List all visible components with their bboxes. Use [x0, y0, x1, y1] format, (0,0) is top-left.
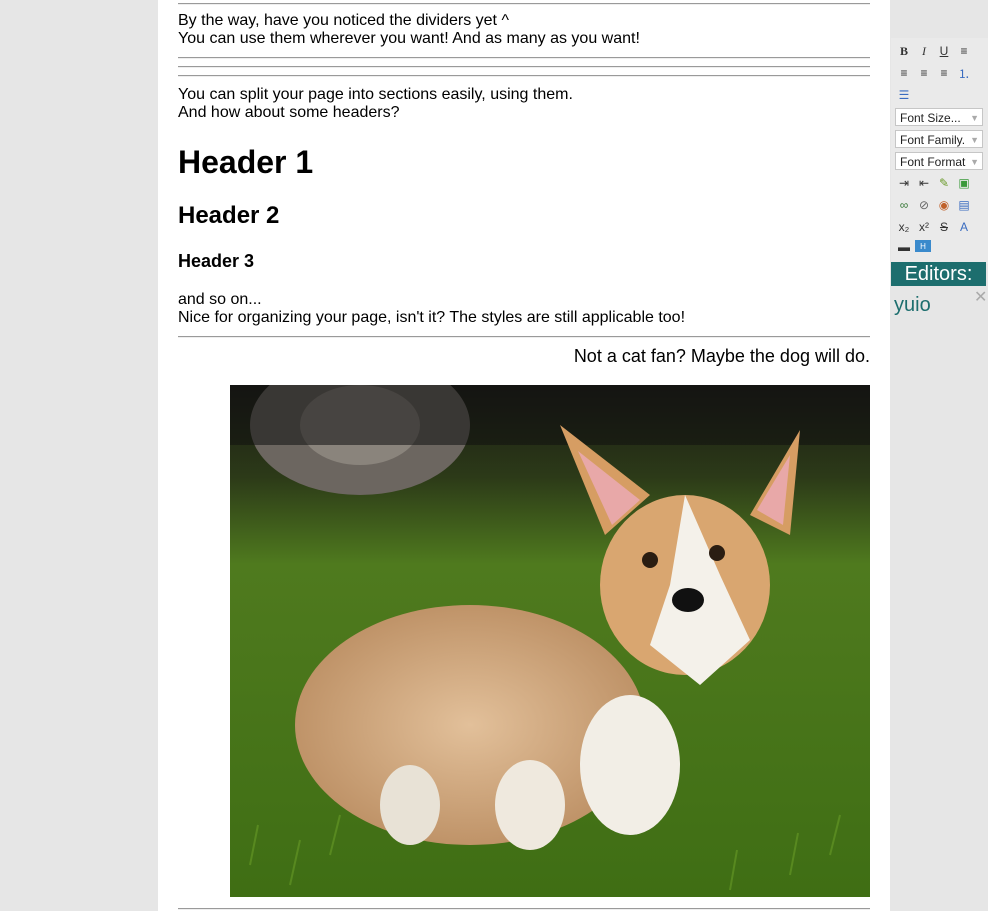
divider [178, 66, 870, 68]
dog-caption: Not a cat fan? Maybe the dog will do. [573, 346, 870, 366]
horizontal-rule-icon[interactable]: ▬ [895, 238, 913, 256]
editors-heading: Editors: [891, 262, 986, 286]
unlink-icon[interactable]: ⊘ [915, 196, 933, 214]
divider [178, 336, 870, 338]
paragraph-line: You can use them wherever you want! And … [178, 30, 640, 47]
unordered-list-icon[interactable]: ☰ [895, 86, 913, 104]
subscript-icon[interactable]: x₂ [895, 218, 913, 236]
font-size-label: Font Size... [900, 111, 961, 125]
link-icon[interactable]: ∞ [895, 196, 913, 214]
editor-name[interactable]: yuio [894, 294, 931, 317]
corgi-photo [230, 385, 870, 897]
paragraph-line: Nice for organizing your page, isn't it?… [178, 309, 686, 326]
divider [178, 75, 870, 77]
header-3: Header 3 [178, 251, 255, 271]
insert-image-icon[interactable]: ▣ [955, 174, 973, 192]
paragraph-line: By the way, have you noticed the divider… [178, 12, 509, 29]
divider [178, 3, 870, 5]
paragraph-line: And how about some headers? [178, 104, 400, 121]
divider [178, 57, 870, 59]
font-family-label: Font Family. [900, 133, 966, 147]
ordered-list-icon[interactable]: ⒈ [955, 64, 973, 82]
outdent-icon[interactable]: ⇤ [915, 174, 933, 192]
font-size-select[interactable]: Font Size... ▼ [895, 108, 983, 126]
strikethrough-icon[interactable]: S [935, 218, 953, 236]
align-right-icon[interactable]: ≡ [915, 64, 933, 82]
paragraph-line: You can split your page into sections ea… [178, 86, 573, 103]
font-format-select[interactable]: Font Format ▼ [895, 152, 983, 170]
remove-format-icon[interactable]: A [955, 218, 973, 236]
edit-icon[interactable]: ✎ [935, 174, 953, 192]
edit-page-icon[interactable]: ▤ [955, 196, 973, 214]
chevron-down-icon: ▼ [970, 135, 979, 145]
font-family-select[interactable]: Font Family. ▼ [895, 130, 983, 148]
italic-icon[interactable]: I [915, 42, 933, 60]
editor-toolbar: B I U ≡ ≡ ≡ ≡ ⒈ ☰ Font Size... ▼ Font Fam… [891, 38, 988, 264]
indent-icon[interactable]: ⇥ [895, 174, 913, 192]
superscript-icon[interactable]: x² [915, 218, 933, 236]
chevron-down-icon: ▼ [970, 113, 979, 123]
align-center-icon[interactable]: ≡ [895, 64, 913, 82]
close-icon[interactable]: ✕ [974, 287, 987, 307]
font-format-label: Font Format [900, 155, 966, 169]
html-icon[interactable]: H [915, 240, 931, 252]
header-2: Header 2 [178, 202, 280, 229]
corgi-image [230, 385, 870, 897]
underline-icon[interactable]: U [935, 42, 953, 60]
align-left-icon[interactable]: ≡ [955, 42, 973, 60]
chevron-down-icon: ▼ [970, 157, 979, 167]
page-content-area: By the way, have you noticed the divider… [158, 0, 890, 911]
bold-icon[interactable]: B [895, 42, 913, 60]
paragraph-line: and so on... [178, 291, 262, 308]
header-1: Header 1 [178, 144, 314, 180]
divider [178, 908, 870, 910]
anchor-icon[interactable]: ◉ [935, 196, 953, 214]
justify-icon[interactable]: ≡ [935, 64, 953, 82]
